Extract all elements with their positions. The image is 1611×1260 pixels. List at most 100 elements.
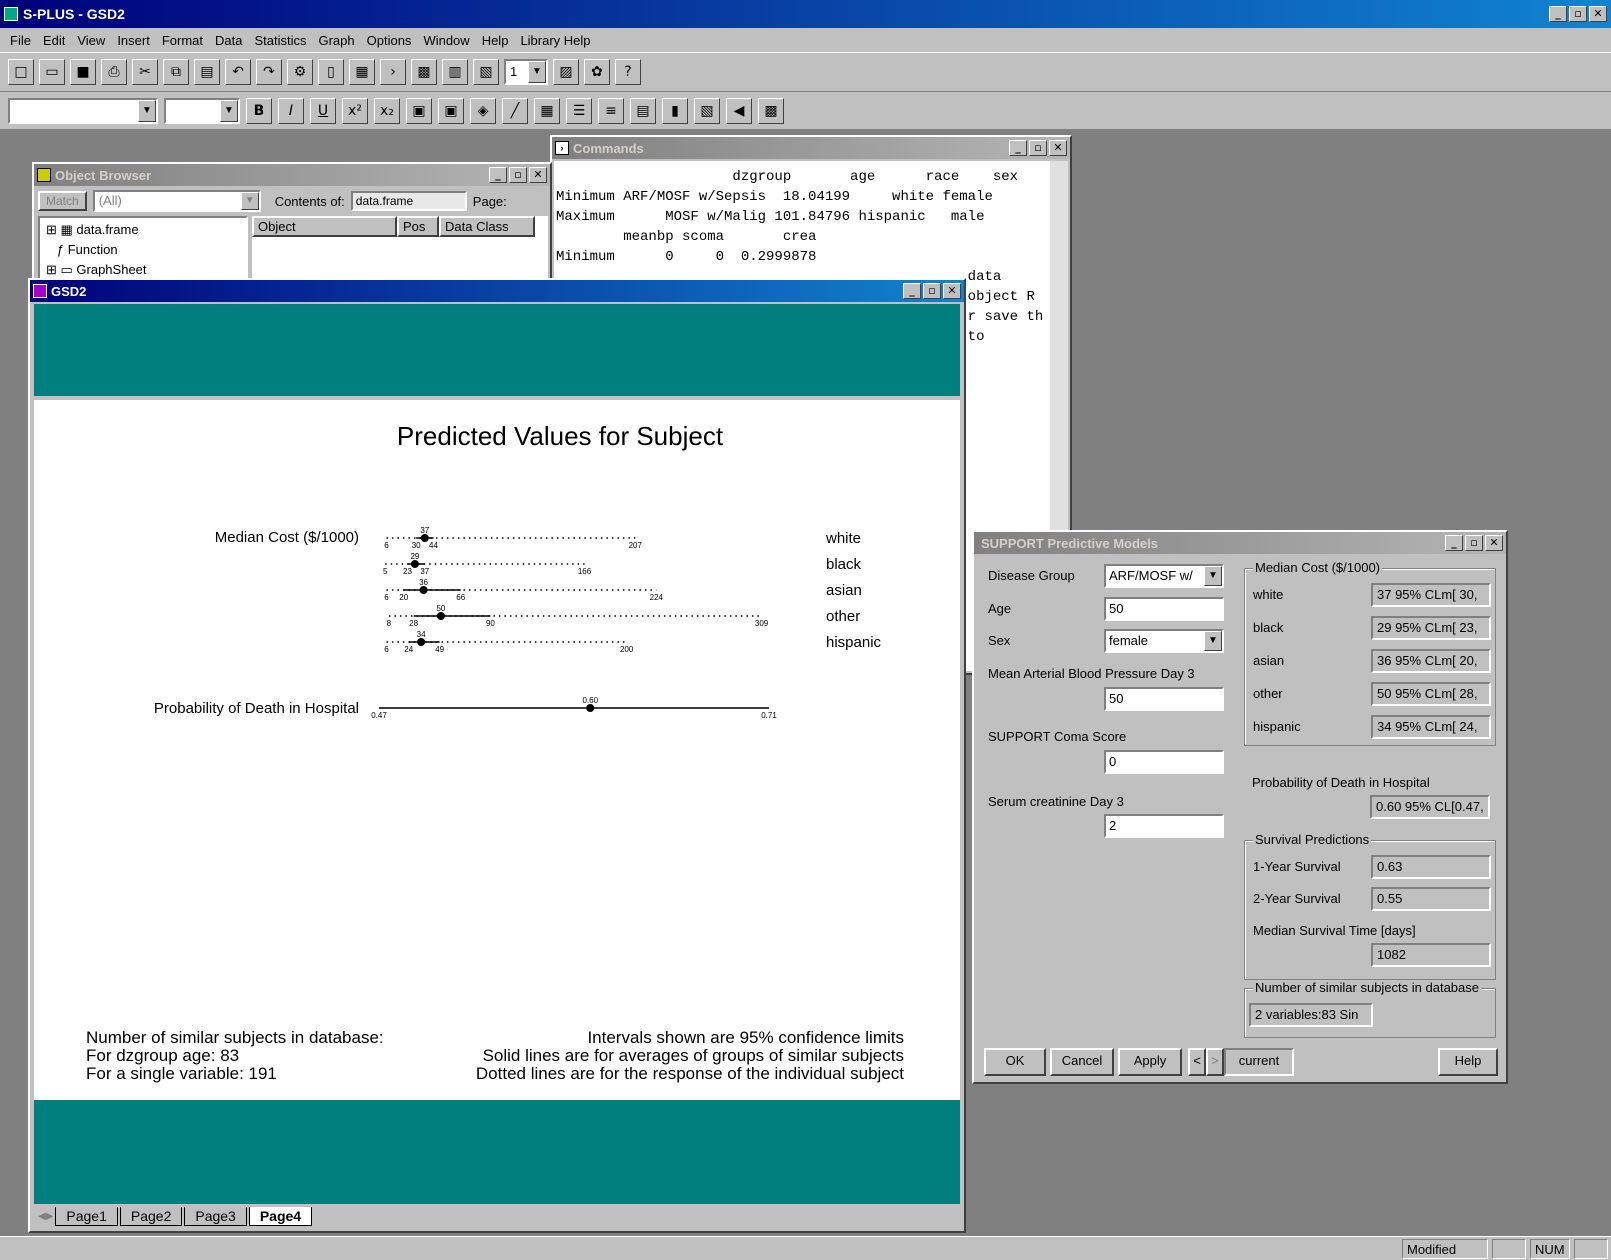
new-graph-icon[interactable]: ▯: [318, 59, 344, 85]
chevron-down-icon[interactable]: ▼: [1204, 631, 1222, 651]
maximize-button[interactable]: ▫: [509, 167, 527, 183]
meanbp-input[interactable]: 50: [1104, 687, 1224, 711]
chevron-down-icon[interactable]: ▼: [240, 192, 259, 210]
graph-sheet-icon[interactable]: ▥: [442, 59, 468, 85]
chevron-down-icon[interactable]: ▼: [220, 99, 238, 122]
menu-insert[interactable]: Insert: [111, 33, 156, 48]
chevron-down-icon[interactable]: ▼: [1204, 566, 1222, 586]
disease-group-select[interactable]: ARF/MOSF w/ ▼: [1104, 564, 1224, 588]
chevron-down-icon[interactable]: ▼: [528, 61, 546, 83]
new-file-icon[interactable]: □: [8, 59, 34, 85]
menu-view[interactable]: View: [71, 33, 111, 48]
paste-icon[interactable]: ▤: [194, 59, 220, 85]
coma-input[interactable]: 0: [1104, 750, 1224, 774]
minimize-button[interactable]: _: [903, 283, 921, 299]
commands-window-icon[interactable]: ›: [380, 59, 406, 85]
line-style-icon[interactable]: ☰: [566, 97, 592, 124]
data-window-icon[interactable]: ▩: [411, 59, 437, 85]
line-weight-icon[interactable]: ≡: [598, 97, 624, 124]
layout-icon[interactable]: ▧: [694, 97, 720, 124]
menu-graph[interactable]: Graph: [312, 33, 360, 48]
superscript-icon[interactable]: x²: [342, 97, 368, 124]
tab-scroll-left-icon[interactable]: ◀▶: [38, 1211, 53, 1222]
subscript-icon[interactable]: x₂: [374, 97, 400, 124]
column-header-object[interactable]: Object: [252, 216, 397, 237]
open-folder-icon[interactable]: ▭: [39, 59, 65, 85]
object-list[interactable]: Object Pos Data Class: [252, 216, 548, 282]
tab-page1[interactable]: Page1: [55, 1206, 118, 1226]
maximize-button[interactable]: ▫: [1569, 6, 1587, 22]
object-explorer-icon[interactable]: ⚙: [287, 59, 313, 85]
italic-button[interactable]: I: [278, 97, 304, 124]
menu-statistics[interactable]: Statistics: [248, 33, 312, 48]
chart-icon[interactable]: ▧: [473, 59, 499, 85]
close-button[interactable]: ✕: [943, 283, 961, 299]
context-help-icon[interactable]: ?: [615, 59, 641, 85]
cut-icon[interactable]: ✂: [132, 59, 158, 85]
column-header-data-class[interactable]: Data Class: [439, 216, 535, 237]
line-color-icon[interactable]: ╱: [502, 97, 528, 124]
plot-icon[interactable]: ▨: [553, 59, 579, 85]
maximize-button[interactable]: ▫: [1029, 140, 1047, 156]
object-browser-icon[interactable]: ▦: [349, 59, 375, 85]
minimize-button[interactable]: _: [1445, 535, 1463, 551]
current-button[interactable]: current: [1224, 1048, 1294, 1076]
pattern-icon[interactable]: ▦: [534, 97, 560, 124]
next-button[interactable]: >: [1206, 1048, 1224, 1076]
menu-window[interactable]: Window: [417, 33, 475, 48]
palette-icon[interactable]: ✿: [584, 59, 610, 85]
maximize-button[interactable]: ▫: [923, 283, 941, 299]
font-size-select[interactable]: ▼: [164, 97, 240, 124]
bold-button[interactable]: B: [246, 97, 272, 124]
minimize-button[interactable]: _: [1549, 6, 1567, 22]
help-button[interactable]: Help: [1438, 1048, 1498, 1076]
chart-area[interactable]: Predicted Values for Subject Median Cost…: [34, 400, 960, 1100]
fill-color-icon[interactable]: ◈: [470, 97, 496, 124]
previous-button[interactable]: <: [1188, 1048, 1206, 1076]
menu-help[interactable]: Help: [476, 33, 515, 48]
underline-button[interactable]: U: [310, 97, 336, 124]
object-tree[interactable]: ⊞ ▦ data.frame ƒ Function ⊞ ▭ GraphSheet: [38, 216, 248, 282]
redo-icon[interactable]: ↷: [256, 59, 282, 85]
menu-file[interactable]: File: [4, 33, 37, 48]
undo-icon[interactable]: ↶: [225, 59, 251, 85]
close-button[interactable]: ✕: [1485, 535, 1503, 551]
bring-front-icon[interactable]: ▣: [406, 97, 432, 124]
ok-button[interactable]: OK: [984, 1048, 1046, 1076]
align-icon[interactable]: ▤: [630, 97, 656, 124]
tree-item-data-frame[interactable]: ⊞ ▦ data.frame: [46, 220, 240, 240]
menu-library-help[interactable]: Library Help: [514, 33, 596, 48]
page-select[interactable]: 1 ▼: [504, 59, 548, 85]
tree-item-graphsheet[interactable]: ⊞ ▭ GraphSheet: [46, 260, 240, 280]
age-input[interactable]: 50: [1104, 597, 1224, 621]
menu-options[interactable]: Options: [361, 33, 418, 48]
send-back-icon[interactable]: ▣: [438, 97, 464, 124]
creatinine-input[interactable]: 2: [1104, 814, 1224, 838]
cancel-button[interactable]: Cancel: [1050, 1048, 1114, 1076]
minimize-button[interactable]: _: [489, 167, 507, 183]
close-button[interactable]: ✕: [529, 167, 547, 183]
font-select[interactable]: ▼: [8, 97, 158, 124]
chevron-down-icon[interactable]: ▼: [138, 99, 156, 122]
tab-page2[interactable]: Page2: [119, 1206, 183, 1226]
contents-of-field[interactable]: data.frame: [350, 191, 467, 211]
match-button[interactable]: Match: [38, 191, 87, 211]
object-filter-select[interactable]: (All) ▼: [92, 190, 261, 212]
vertical-icon[interactable]: ▮: [662, 97, 688, 124]
sex-select[interactable]: female ▼: [1104, 629, 1224, 653]
close-button[interactable]: ✕: [1589, 6, 1607, 22]
copy-icon[interactable]: ⧉: [163, 59, 189, 85]
close-button[interactable]: ✕: [1049, 140, 1067, 156]
menu-data[interactable]: Data: [209, 33, 248, 48]
menu-format[interactable]: Format: [156, 33, 209, 48]
tree-item-function[interactable]: ƒ Function: [46, 240, 240, 260]
save-icon[interactable]: ■: [70, 59, 96, 85]
column-header-pos[interactable]: Pos: [397, 216, 439, 237]
apply-button[interactable]: Apply: [1118, 1048, 1182, 1076]
print-icon[interactable]: ⎙: [101, 59, 127, 85]
tab-page3[interactable]: Page3: [184, 1206, 247, 1226]
clipboard-icon[interactable]: ▩: [758, 97, 784, 124]
arrow-tool-icon[interactable]: ◀: [726, 97, 752, 124]
minimize-button[interactable]: _: [1009, 140, 1027, 156]
menu-edit[interactable]: Edit: [37, 33, 71, 48]
